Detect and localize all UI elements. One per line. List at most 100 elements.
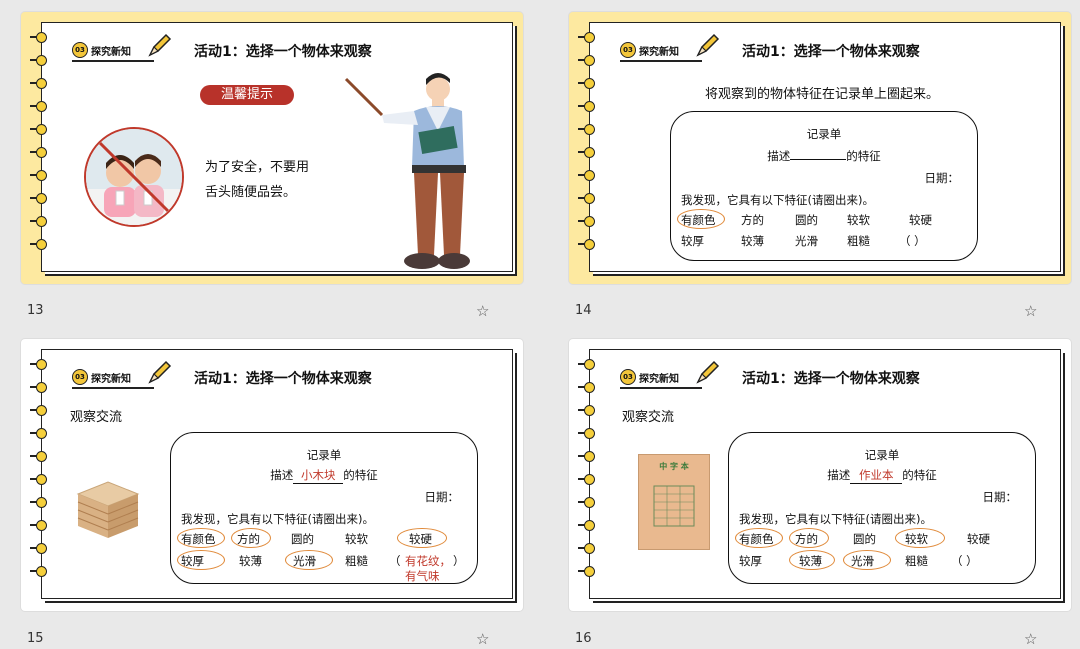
spiral-ring	[30, 54, 48, 66]
spiral-ring	[578, 215, 596, 227]
feature-smooth: 光滑	[795, 234, 818, 248]
record-sheet: 记录单 描述 的特征 日期： 我发现，它具有以下特征(请圈出来)。 有颜色 方的 …	[670, 111, 978, 261]
spiral-ring	[578, 169, 596, 181]
spiral-ring	[30, 146, 48, 158]
star-icon[interactable]: ☆	[1024, 630, 1037, 648]
describe-value: 作业本	[850, 467, 903, 484]
circle-mark	[895, 528, 945, 548]
section-badge: 03 探究新知	[72, 41, 154, 62]
circle-mark	[177, 550, 225, 570]
describe-prefix: 描述	[827, 468, 851, 482]
badge-text: 探究新知	[91, 46, 131, 58]
tip-text: 为了安全，不要用 舌头随便品尝。	[205, 155, 309, 205]
pencil-icon	[696, 33, 720, 57]
feature-round: 圆的	[853, 532, 876, 546]
pencil-icon	[148, 360, 172, 384]
feature-thin: 较薄	[741, 234, 764, 248]
slide-title: 活动1：选择一个物体来观察	[194, 44, 372, 60]
record-sheet: 记录单 描述 小木块 的特征 日期： 我发现，它具有以下特征(请圈出来)。 有颜色 …	[170, 432, 478, 584]
slide-number: 13	[27, 303, 44, 318]
describe-value: 小木块	[293, 467, 344, 484]
found-text: 我发现，它具有以下特征(请圈出来)。	[739, 512, 932, 526]
spiral-ring	[30, 427, 48, 439]
spiral-rings	[578, 358, 600, 590]
spiral-ring	[30, 100, 48, 112]
slide-title: 活动1：选择一个物体来观察	[194, 371, 372, 387]
badge-text: 探究新知	[639, 373, 679, 385]
notebook-page: 03 探究新知 活动1：选择一个物体来观察 温馨提示 为了安全，不要用 舌头随便…	[30, 22, 513, 272]
circle-mark	[677, 209, 725, 229]
feature-other: （ ）	[951, 554, 978, 568]
spiral-ring	[578, 77, 596, 89]
spiral-ring	[578, 565, 596, 577]
feature-hard: 较硬	[967, 532, 990, 546]
extra-feature-pattern: 有花纹，	[405, 554, 451, 568]
section-heading: 观察交流	[70, 410, 123, 425]
date-label: 日期：	[924, 171, 960, 185]
feature-round: 圆的	[291, 532, 314, 546]
feature-thin: 较薄	[239, 554, 262, 568]
slide-title: 活动1：选择一个物体来观察	[742, 371, 920, 387]
describe-line: 描述 的特征	[671, 148, 977, 164]
spiral-ring	[30, 358, 48, 370]
describe-suffix: 的特征	[902, 468, 937, 482]
wood-block-image	[76, 481, 140, 538]
spiral-ring	[30, 192, 48, 204]
spiral-ring	[578, 381, 596, 393]
teacher-illustration	[344, 73, 470, 269]
pencil-icon	[696, 360, 720, 384]
spiral-ring	[30, 31, 48, 43]
slide-title: 活动1：选择一个物体来观察	[742, 44, 920, 60]
badge-text: 探究新知	[639, 46, 679, 58]
section-badge: 03 探究新知	[620, 41, 702, 62]
spiral-ring	[30, 473, 48, 485]
circle-mark	[177, 528, 225, 548]
circle-mark	[843, 550, 891, 570]
describe-blank	[790, 159, 847, 160]
circle-mark	[735, 528, 783, 548]
feature-round: 圆的	[795, 213, 818, 227]
record-title: 记录单	[306, 448, 342, 462]
exercise-book-image: 中 字 本	[638, 454, 710, 550]
star-icon[interactable]: ☆	[476, 630, 489, 648]
paren-open: （	[389, 554, 401, 568]
describe-line: 描述 小木块 的特征	[171, 467, 477, 484]
spiral-ring	[578, 192, 596, 204]
feature-thick: 较厚	[681, 234, 704, 248]
section-badge: 03 探究新知	[72, 368, 154, 389]
book-cover-title: 中 字 本	[659, 462, 689, 471]
tip-line-1: 为了安全，不要用	[205, 160, 310, 175]
spiral-ring	[30, 238, 48, 250]
badge-number: 03	[72, 42, 88, 58]
star-icon[interactable]: ☆	[476, 302, 489, 320]
circle-mark	[231, 528, 271, 548]
badge-text: 探究新知	[91, 373, 131, 385]
spiral-rings	[30, 358, 52, 590]
spiral-ring	[30, 450, 48, 462]
spiral-ring	[30, 496, 48, 508]
star-icon[interactable]: ☆	[1024, 302, 1037, 320]
spiral-ring	[30, 565, 48, 577]
feature-rough: 粗糙	[345, 554, 368, 568]
circle-mark	[789, 550, 835, 570]
record-title: 记录单	[864, 448, 900, 462]
circle-mark	[789, 528, 829, 548]
describe-suffix: 的特征	[846, 149, 881, 163]
slide-thumbnail-16[interactable]: 03 探究新知 活动1：选择一个物体来观察 观察交流 中 字 本 记录单 描述作…	[569, 339, 1071, 611]
record-title: 记录单	[806, 127, 842, 141]
spiral-ring	[578, 542, 596, 554]
slide-number: 16	[575, 631, 592, 646]
spiral-ring	[30, 542, 48, 554]
feature-other: （ ）	[899, 234, 926, 248]
spiral-ring	[30, 77, 48, 89]
spiral-ring	[30, 381, 48, 393]
spiral-ring	[30, 123, 48, 135]
slide-number: 14	[575, 303, 592, 318]
slide-thumbnail-13[interactable]: 03 探究新知 活动1：选择一个物体来观察 温馨提示 为了安全，不要用 舌头随便…	[21, 12, 523, 284]
feature-hard: 较硬	[909, 213, 932, 227]
tip-button: 温馨提示	[200, 85, 294, 105]
slide-thumbnail-15[interactable]: 03 探究新知 活动1：选择一个物体来观察 观察交流 记录单 描述 小木块 的特征 …	[21, 339, 523, 611]
spiral-ring	[578, 100, 596, 112]
slide-thumbnail-14[interactable]: 03 探究新知 活动1：选择一个物体来观察 将观察到的物体特征在记录单上圈起来。…	[569, 12, 1071, 284]
spiral-ring	[578, 496, 596, 508]
